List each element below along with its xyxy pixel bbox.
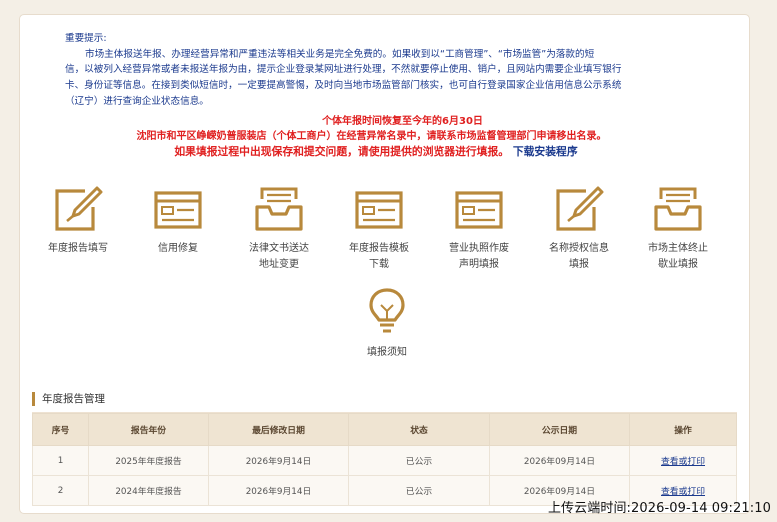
pen-document-icon xyxy=(55,186,103,231)
table-header-row: 序号 报告年份 最后修改日期 状态 公示日期 操作 xyxy=(32,413,737,446)
inbox-tray-icon xyxy=(654,187,702,231)
column-header: 序号 xyxy=(32,413,89,446)
upload-timestamp: 上传云端时间:2026-09-14 09:21:10 xyxy=(547,501,771,516)
column-header: 状态 xyxy=(348,413,490,446)
cell-last-modified: 2026年9月14日 xyxy=(208,445,349,476)
pen-document-icon xyxy=(556,186,604,231)
browser-tip-text: 如果填报过程中出现保存和提交问题，请使用提供的浏览器进行填报。 xyxy=(174,145,510,158)
table-row: 1 2025年年度报告 2026年9月14日 已公示 2026年09月14日 查… xyxy=(32,445,737,476)
abnormal-list-alert: 沈阳市和平区峥嵘奶普服装店（个体工商户）在经营异常名录中，请联系市场监督管理部门… xyxy=(136,131,607,142)
tile-label: 年度报告模板 下载 xyxy=(349,243,409,270)
column-header: 公示日期 xyxy=(489,413,630,446)
lightbulb-icon xyxy=(369,288,405,333)
cell-index: 1 xyxy=(32,445,89,476)
column-header: 最后修改日期 xyxy=(208,413,349,446)
important-notice: 重要提示: 市场主体报送年报、办理经营异常和严重违法等相关业务是完全免费的。如果… xyxy=(65,31,705,110)
view-print-link[interactable]: 查看或打印 xyxy=(661,487,705,497)
browser-tip: 如果填报过程中出现保存和提交问题，请使用提供的浏览器进行填报。 下载安装程序 xyxy=(3,144,749,160)
column-header: 操作 xyxy=(629,413,737,446)
download-installer-link[interactable]: 下载安装程序 xyxy=(513,145,578,158)
form-window-icon xyxy=(455,191,503,229)
notice-line: 卡、身份证等信息。在接到类似短信时，一定要提高警惕，及时向当地市场监管部门核实，… xyxy=(65,80,622,92)
annual-report-table: 序号 报告年份 最后修改日期 状态 公示日期 操作 1 2025年年度报告 20… xyxy=(32,413,737,506)
tile-credit-repair[interactable]: 信用修复 xyxy=(133,185,223,257)
tile-license-void-statement[interactable]: 营业执照作废 声明填报 xyxy=(434,185,524,273)
section-title-annual-report-management: 年度报告管理 xyxy=(32,392,105,406)
tile-label: 信用修复 xyxy=(158,243,198,254)
cell-last-modified: 2026年9月14日 xyxy=(208,475,349,506)
notice-line: 信，以被列入经营异常或者未报送年报为由，提示企业登录某网址进行处理，不然就要停止… xyxy=(65,64,622,76)
alert-messages: 个体年报时间恢复至今年的6月30日 沈阳市和平区峥嵘奶普服装店（个体工商户）在经… xyxy=(20,114,749,160)
tile-annual-template-download[interactable]: 年度报告模板 下载 xyxy=(334,185,424,273)
cell-report-year: 2025年年度报告 xyxy=(88,445,209,476)
form-window-icon xyxy=(355,191,403,229)
tile-label: 市场主体终止 歇业填报 xyxy=(648,243,708,270)
notice-line: 市场主体报送年报、办理经营异常和严重违法等相关业务是完全免费的。如果收到以“工商… xyxy=(85,48,595,60)
cell-report-year: 2024年年度报告 xyxy=(88,475,209,506)
cell-status: 已公示 xyxy=(348,475,490,506)
cell-action: 查看或打印 xyxy=(629,445,737,476)
tile-label: 名称授权信息 填报 xyxy=(549,243,609,270)
tile-label: 法律文书送达 地址变更 xyxy=(249,243,309,270)
cell-status: 已公示 xyxy=(348,445,490,476)
tile-entity-termination[interactable]: 市场主体终止 歇业填报 xyxy=(633,185,723,273)
cell-index: 2 xyxy=(32,475,89,506)
tile-legal-address-change[interactable]: 法律文书送达 地址变更 xyxy=(234,185,324,273)
notice-line: （辽宁）进行查询企业状态信息。 xyxy=(65,95,209,107)
notice-heading: 重要提示: xyxy=(65,33,107,44)
column-header: 报告年份 xyxy=(88,413,209,446)
main-panel: 重要提示: 市场主体报送年报、办理经营异常和严重违法等相关业务是完全免费的。如果… xyxy=(19,14,750,514)
tile-annual-report-fill[interactable]: 年度报告填写 xyxy=(33,185,123,257)
form-window-icon xyxy=(154,191,202,229)
tile-label: 营业执照作废 声明填报 xyxy=(449,243,509,270)
view-print-link[interactable]: 查看或打印 xyxy=(661,457,705,467)
tile-filing-instructions[interactable]: 填报须知 xyxy=(342,287,432,361)
inbox-tray-icon xyxy=(255,187,303,231)
tile-label: 年度报告填写 xyxy=(48,243,108,254)
tile-name-authorization[interactable]: 名称授权信息 填报 xyxy=(534,185,624,273)
cell-publish-date: 2026年09月14日 xyxy=(489,445,630,476)
deadline-alert: 个体年报时间恢复至今年的6月30日 xyxy=(322,116,483,127)
tile-label: 填报须知 xyxy=(367,347,407,358)
